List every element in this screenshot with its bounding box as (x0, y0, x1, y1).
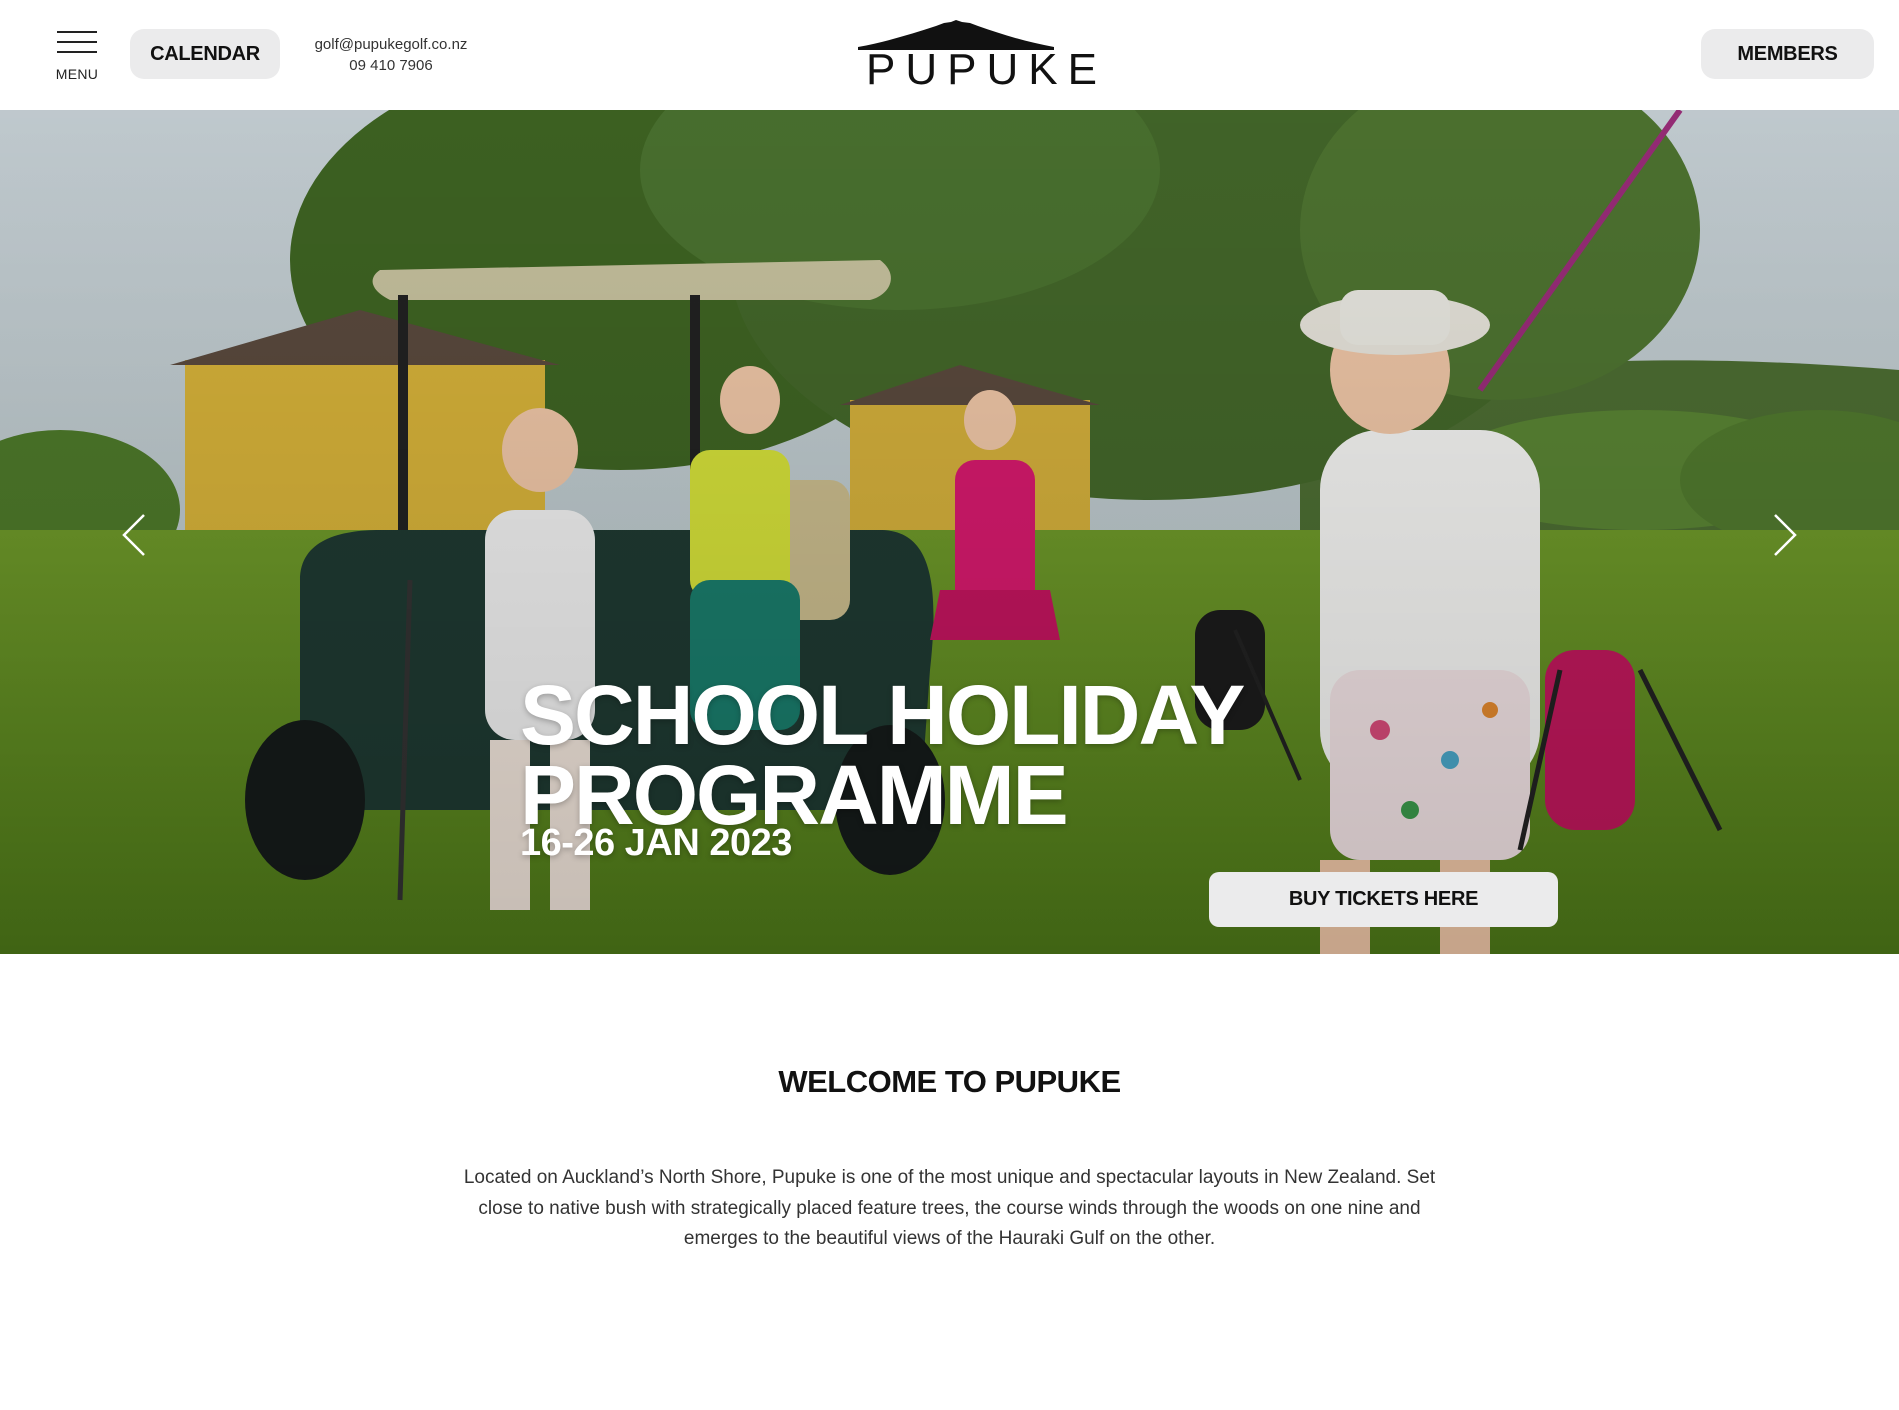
hero-date: 16-26 JAN 2023 (520, 822, 792, 864)
welcome-heading: WELCOME TO PUPUKE (778, 1064, 1121, 1099)
hero-slider: SCHOOL HOLIDAY PROGRAMME 16-26 JAN 2023 … (0, 110, 1899, 954)
calendar-button[interactable]: CALENDAR (130, 29, 280, 79)
slider-next-button[interactable] (1763, 505, 1803, 565)
members-button[interactable]: MEMBERS (1701, 29, 1874, 79)
site-logo[interactable]: PUPUKE (856, 20, 1107, 94)
hero-title: SCHOOL HOLIDAY PROGRAMME (520, 668, 1245, 842)
contact-info: golf@pupukegolf.co.nz 09 410 7906 (300, 34, 482, 76)
buy-tickets-button[interactable]: BUY TICKETS HERE (1209, 872, 1558, 927)
menu-label: MENU (55, 66, 99, 82)
phone-link[interactable]: 09 410 7906 (300, 55, 482, 76)
welcome-paragraph: Located on Auckland’s North Shore, Pupuk… (463, 1167, 1436, 1249)
hamburger-icon (57, 28, 97, 53)
slider-prev-button[interactable] (116, 505, 156, 565)
email-link[interactable]: golf@pupukegolf.co.nz (300, 34, 482, 55)
menu-button[interactable]: MENU (50, 26, 104, 86)
logo-text: PUPUKE (866, 45, 1107, 94)
chevron-right-icon (1774, 514, 1797, 556)
chevron-left-icon (122, 514, 145, 556)
site-header: MENU CALENDAR golf@pupukegolf.co.nz 09 4… (0, 0, 1899, 110)
